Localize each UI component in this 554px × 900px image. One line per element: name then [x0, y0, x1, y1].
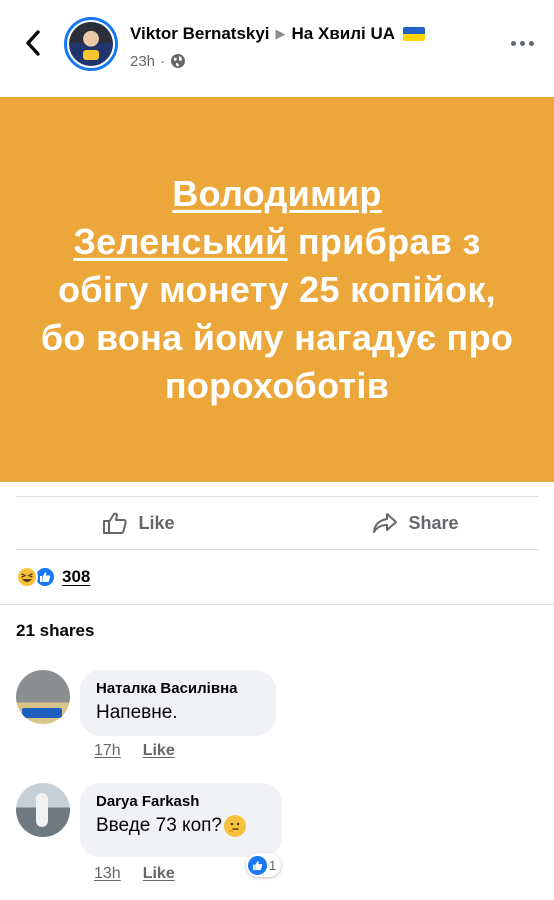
like-label: Like	[138, 512, 175, 533]
dot-icon	[510, 40, 516, 46]
thinking-face-icon	[224, 815, 246, 837]
like-button[interactable]: Like	[0, 497, 277, 549]
ukraine-flag-icon	[403, 27, 426, 41]
globe-icon	[170, 53, 186, 69]
post-time[interactable]: 23h	[130, 53, 155, 70]
comment-reaction-count: 1	[269, 857, 277, 873]
comment-author[interactable]: Darya Farkash	[96, 793, 266, 810]
comment-text: Введе 73 коп?	[96, 815, 266, 837]
commenter-avatar[interactable]	[16, 670, 70, 724]
more-options-button[interactable]	[505, 33, 539, 53]
author-name[interactable]: Viktor Bernatskyi	[130, 24, 270, 44]
commenter-avatar[interactable]	[16, 783, 70, 837]
author-avatar[interactable]	[64, 17, 118, 71]
comment-text-value: Введе 73 коп?	[96, 815, 222, 836]
mention-line-1: Володимир	[172, 172, 382, 214]
mention-line-2: Зеленський	[73, 220, 288, 262]
comment-bubble: Darya Farkash Введе 73 коп?	[80, 783, 282, 857]
meta-separator: ·	[160, 52, 166, 70]
like-icon	[248, 855, 267, 875]
arrow-right-icon: ▶	[275, 26, 286, 41]
post-text-card: Володимир Зеленський прибрав з обігу моне…	[0, 97, 554, 482]
comment-like-button[interactable]: Like	[143, 742, 175, 760]
back-button[interactable]	[18, 26, 48, 60]
thumbs-up-icon	[103, 512, 128, 534]
divider	[16, 549, 538, 550]
divider	[0, 604, 554, 605]
post-meta: 23h ·	[130, 51, 186, 71]
dot-icon	[528, 40, 534, 46]
comment-text-value: Напевне.	[96, 702, 178, 723]
share-label: Share	[408, 512, 459, 533]
share-button[interactable]: Share	[277, 497, 554, 549]
comment-meta: 17h Like	[94, 741, 175, 761]
chevron-left-icon	[26, 30, 40, 56]
comment-like-button[interactable]: Like	[143, 865, 175, 883]
action-bar: Like Share	[0, 497, 554, 549]
comment-author[interactable]: Наталка Василівна	[96, 680, 260, 697]
reaction-count[interactable]: 308	[62, 567, 90, 587]
comment-meta: 13h Like	[94, 864, 175, 884]
comment-text: Напевне.	[96, 702, 260, 724]
share-arrow-icon	[373, 513, 398, 533]
dot-icon	[519, 40, 525, 46]
reactions-summary[interactable]: 308	[16, 565, 90, 589]
comment-time[interactable]: 13h	[94, 865, 121, 883]
group-name[interactable]: На Хвилі UA	[292, 24, 396, 44]
shares-count[interactable]: 21 shares	[16, 621, 94, 641]
avatar-image	[69, 22, 113, 66]
comment-bubble: Наталка Василівна Напевне.	[80, 670, 276, 736]
comment-reaction-badge[interactable]: 1	[246, 853, 282, 877]
post-header: Viktor Bernatskyi ▶ На Хвилі UA 23h ·	[0, 0, 554, 97]
haha-icon	[16, 566, 38, 588]
comment-time[interactable]: 17h	[94, 742, 121, 760]
post-text: Володимир Зеленський прибрав з обігу моне…	[40, 170, 514, 410]
post-author-line: Viktor Bernatskyi ▶ На Хвилі UA	[130, 22, 426, 46]
